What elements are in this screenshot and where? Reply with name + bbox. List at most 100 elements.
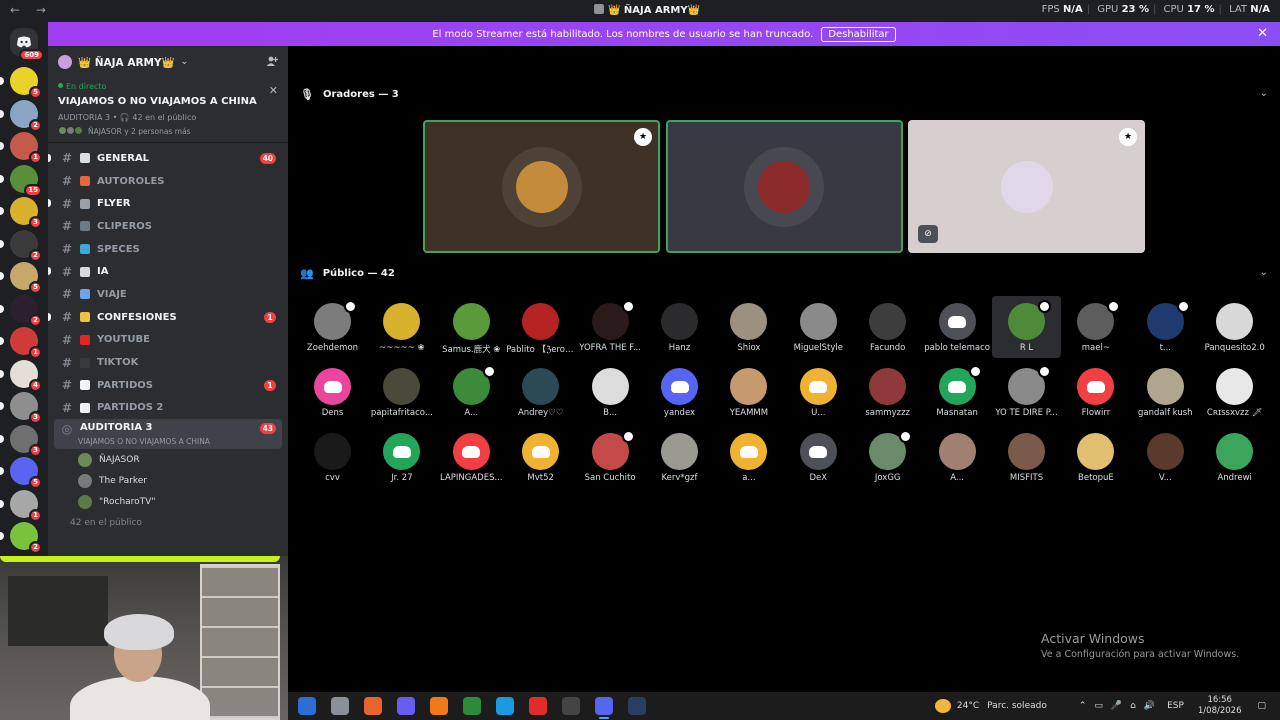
chevron-up-icon[interactable]: ⌃ [1079, 701, 1087, 711]
channel-youtube[interactable]: # YOUTUBE [48, 329, 288, 352]
chevron-down-icon[interactable]: ⌄ [1260, 88, 1268, 99]
server-icon[interactable]: 4 [0, 359, 42, 392]
channel-auditoria-3[interactable]: ◎ AUDITORIA 3 43 VIAJAMOS O NO VIAJAMOS … [54, 419, 282, 450]
audience-member[interactable]: YO TE DIRE P... [992, 361, 1061, 423]
close-icon[interactable]: ✕ [269, 84, 278, 97]
taskbar-app-icon[interactable] [496, 697, 514, 715]
invite-people-icon[interactable] [266, 55, 279, 70]
audience-member[interactable]: ~~~~~ ❀ [367, 296, 436, 358]
audience-member[interactable]: LAPINGADES... [437, 426, 506, 488]
audience-member[interactable]: A... [923, 426, 992, 488]
server-icon[interactable]: 2 [0, 522, 42, 554]
audience-member[interactable]: yandex [645, 361, 714, 423]
stage-member[interactable]: "RocharoTV" [48, 491, 288, 512]
audience-member[interactable]: gandalf kush [1131, 361, 1200, 423]
language-indicator[interactable]: ESP [1167, 701, 1184, 711]
audience-member[interactable]: cvv [298, 426, 367, 488]
forward-arrow-icon[interactable]: → [36, 3, 46, 17]
server-icon[interactable]: 2 [0, 99, 42, 132]
taskbar-app-icon[interactable] [364, 697, 382, 715]
audience-member[interactable]: JoxGG [853, 426, 922, 488]
audience-member[interactable]: MiguelStyle [784, 296, 853, 358]
server-icon[interactable]: 5 [0, 67, 42, 99]
audience-member[interactable]: B... [576, 361, 645, 423]
audience-member[interactable]: San Cuchito [576, 426, 645, 488]
server-icon[interactable]: 3 [0, 197, 42, 229]
taskbar-app-icon[interactable] [331, 697, 349, 715]
audience-member[interactable]: Andrey♡♡ [506, 361, 575, 423]
audience-member[interactable]: sammyzzz [853, 361, 922, 423]
audience-member[interactable]: Pablito 【ℨero ... [506, 296, 575, 358]
server-icon[interactable]: 2 [0, 294, 42, 327]
close-icon[interactable]: ✕ [1257, 26, 1268, 41]
notifications-icon[interactable]: ▢ [1257, 701, 1266, 711]
audience-member[interactable]: R L [992, 296, 1061, 358]
audience-member[interactable]: Facundo [853, 296, 922, 358]
battery-icon[interactable]: ▭ [1094, 701, 1103, 711]
microphone-icon[interactable]: 🎤 [1111, 701, 1122, 711]
audience-member[interactable]: a... [714, 426, 783, 488]
channel-partidos[interactable]: # PARTIDOS 1 [48, 374, 288, 397]
taskbar-app-icon[interactable] [529, 697, 547, 715]
taskbar-app-icon[interactable] [430, 697, 448, 715]
disable-streamer-button[interactable]: Deshabilitar [821, 26, 896, 42]
channel-tiktok[interactable]: # TIKTOK [48, 351, 288, 374]
audience-count-row[interactable]: 42 en el público [48, 512, 288, 533]
audience-member[interactable]: pablo telemaco [923, 296, 992, 358]
audience-member[interactable]: Jr. 27 [367, 426, 436, 488]
taskbar-app-icon[interactable] [397, 697, 415, 715]
audience-member[interactable]: V... [1131, 426, 1200, 488]
taskbar-app-icon[interactable] [595, 697, 613, 719]
audience-member[interactable]: Flowirr [1061, 361, 1130, 423]
server-icon[interactable]: 2 [0, 229, 42, 262]
weather-widget[interactable]: 24°C Parc. soleado [934, 699, 1055, 713]
channel-confesiones[interactable]: # CONFESIONES 1 [48, 306, 288, 329]
speaker-tile[interactable]: ★ [423, 120, 660, 253]
audience-member[interactable]: DeX [784, 426, 853, 488]
speaker-tile[interactable]: ★ ⊘ [908, 120, 1145, 253]
server-icon[interactable]: 3 [0, 424, 42, 457]
channel-ia[interactable]: # IA [48, 260, 288, 283]
audience-member[interactable]: MISFITS [992, 426, 1061, 488]
audience-member[interactable]: Kerv*gzf [645, 426, 714, 488]
server-icon[interactable]: 1 [0, 489, 42, 522]
audience-member[interactable]: Cʀɪssxvzz 🗡 [1200, 361, 1269, 423]
back-arrow-icon[interactable]: ← [10, 3, 20, 17]
stage-member[interactable]: ÑAJASOR [48, 449, 288, 470]
audience-member[interactable]: YEAMMM [714, 361, 783, 423]
audience-member[interactable]: Panquesito2.0 [1200, 296, 1269, 358]
server-icon[interactable]: 5 [0, 457, 42, 489]
channel-viaje[interactable]: # VIAJE [48, 283, 288, 306]
live-stage-card[interactable]: En directo VIAJAMOS O NO VIAJAMOS A CHIN… [48, 78, 288, 143]
video-off-icon[interactable]: ⊘ [918, 225, 938, 243]
audience-member[interactable]: A... [437, 361, 506, 423]
audience-member[interactable]: Andrewi [1200, 426, 1269, 488]
audience-member[interactable]: Mvt52 [506, 426, 575, 488]
audience-member[interactable]: mael~ [1061, 296, 1130, 358]
clock[interactable]: 16:56 1/08/2026 [1198, 695, 1242, 717]
home-button[interactable]: 609 [10, 28, 44, 61]
audience-member[interactable]: U... [784, 361, 853, 423]
volume-icon[interactable]: 🔊 [1144, 701, 1155, 711]
server-icon[interactable]: 3 [0, 392, 42, 424]
channel-partidos-2[interactable]: # PARTIDOS 2 [48, 397, 288, 420]
guild-header[interactable]: 👑 ÑAJA ARMY👑 ⌄ [48, 46, 288, 78]
audience-member[interactable]: t... [1131, 296, 1200, 358]
channel-general[interactable]: # GENERAL 40 [48, 147, 288, 170]
server-icon[interactable]: 15 [0, 164, 42, 197]
stage-member[interactable]: The Parker [48, 470, 288, 491]
taskbar-app-icon[interactable] [463, 697, 481, 715]
taskbar-app-icon[interactable] [562, 697, 580, 715]
speaker-tile[interactable] [665, 120, 903, 253]
audience-member[interactable]: Masnatan [923, 361, 992, 423]
audience-member[interactable]: Dens [298, 361, 367, 423]
audience-member[interactable]: Hanz [645, 296, 714, 358]
taskbar-app-icon[interactable] [628, 697, 646, 715]
network-icon[interactable]: ⌂ [1130, 701, 1136, 711]
server-icon[interactable]: 1 [0, 132, 42, 164]
channel-flyer[interactable]: # FLYER [48, 192, 288, 215]
channel-autoroles[interactable]: # AUTOROLES [48, 170, 288, 193]
audience-member[interactable]: BetopuE [1061, 426, 1130, 488]
audience-member[interactable]: YOFRA THE F... [576, 296, 645, 358]
server-icon[interactable]: 1 [0, 327, 42, 359]
